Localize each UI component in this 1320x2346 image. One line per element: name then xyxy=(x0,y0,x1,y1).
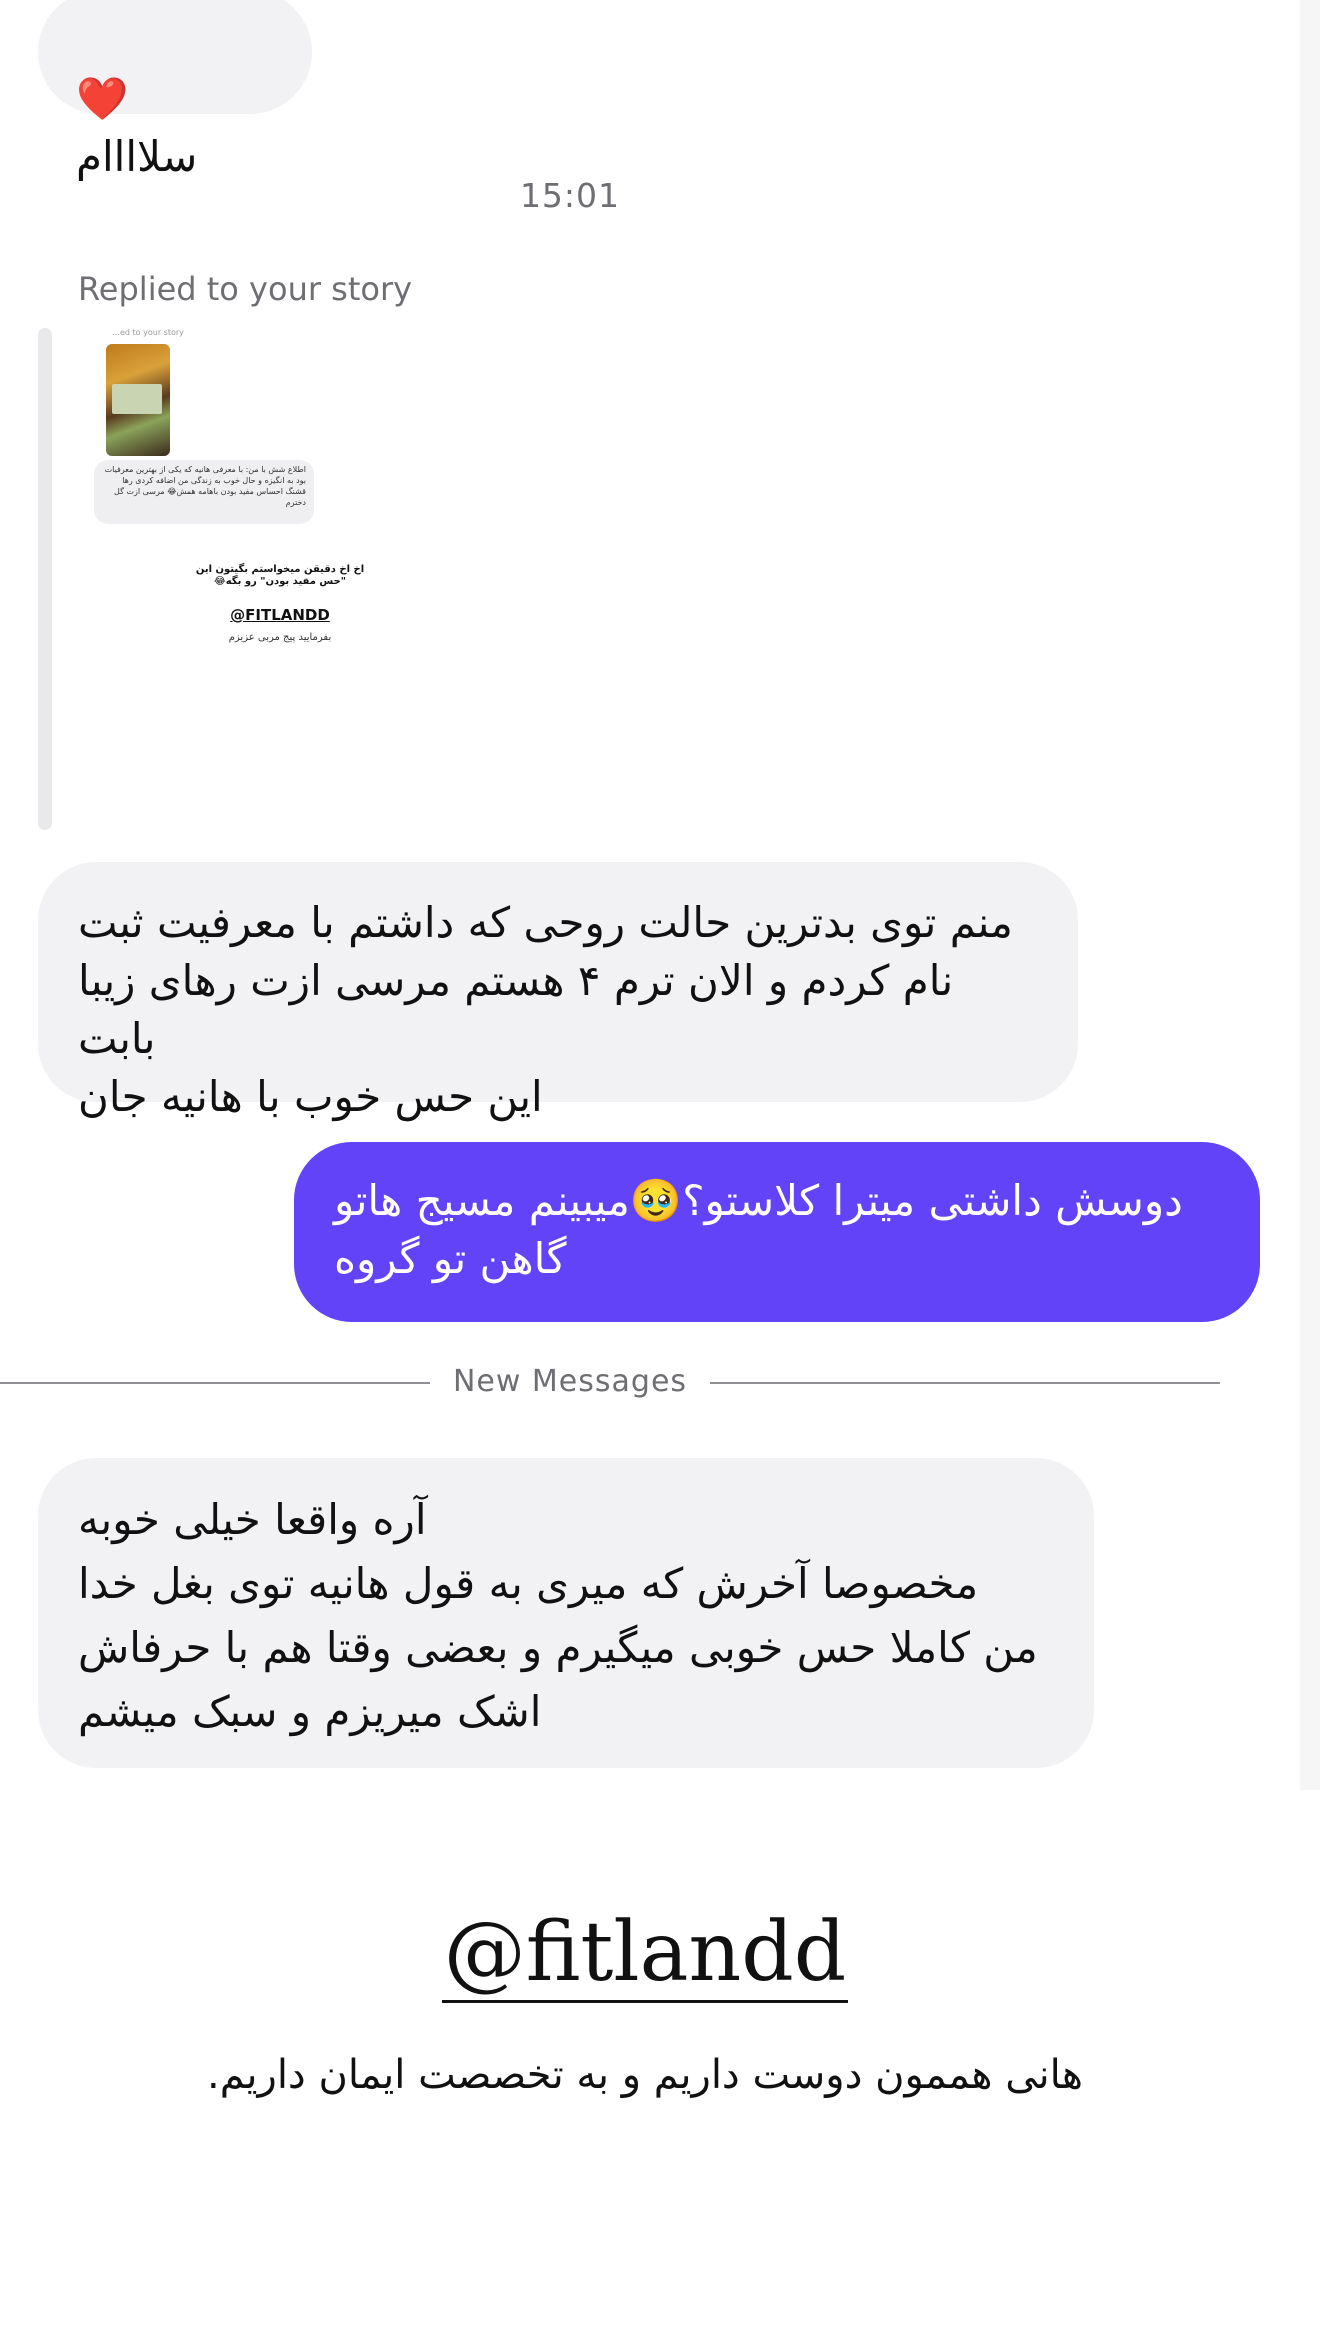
message-bubble-outgoing[interactable]: دوسش داشتی میترا کلاستو؟🥹میبینم مسیج هات… xyxy=(294,1142,1260,1322)
greeting-text: سلاااام xyxy=(76,132,198,181)
watermark-handle-text: @fitlandd xyxy=(441,1905,849,2003)
story-photo xyxy=(106,344,170,456)
right-edge-panel xyxy=(1300,0,1320,1790)
divider-line xyxy=(0,1382,430,1384)
message-timestamp: 15:01 xyxy=(519,176,621,215)
message-bubble-incoming[interactable]: منم توی بدترین حالت روحی که داشتم با معر… xyxy=(38,862,1078,1121)
watermark-tagline: هانی هممون دوست داریم و به تخصصت ایمان د… xyxy=(207,2052,1083,2098)
new-messages-label: New Messages xyxy=(452,1364,688,1399)
message-text: دوسش داشتی میترا کلاستو؟🥹میبینم مسیج هات… xyxy=(334,1176,1183,1283)
message-text: ❤️ سلاااام xyxy=(76,12,316,186)
story-handle: @FITLANDD xyxy=(230,606,330,624)
heart-emoji-icon: ❤️ xyxy=(76,74,129,123)
message-text: آره واقعا خیلی خوبه مخصوصا آخرش که میری … xyxy=(78,1495,1038,1736)
message-text: منم توی بدترین حالت روحی که داشتم با معر… xyxy=(78,898,1013,1121)
divider-line xyxy=(710,1382,1220,1384)
story-quoted-message: اطلاع شش با من: با معرفی هانیه که یکی از… xyxy=(94,460,314,524)
reply-context-label: Replied to your story xyxy=(78,270,413,308)
story-preview-thumbnail[interactable]: …ed to your story اطلاع شش با من: با معر… xyxy=(90,328,376,668)
story-subtitle: بفرمایید پیج مربی عزیزم xyxy=(228,632,332,643)
new-messages-divider: New Messages xyxy=(0,1364,1220,1404)
story-photo-detail xyxy=(112,384,162,414)
message-bubble-greeting[interactable]: ❤️ سلاااام xyxy=(38,0,312,181)
reply-quote-bar xyxy=(38,328,52,830)
watermark-handle: @fitlandd xyxy=(0,1905,1290,2003)
message-bubble-incoming[interactable]: آره واقعا خیلی خوبه مخصوصا آخرش که میری … xyxy=(38,1458,1094,1768)
story-caption: اخ اخ دقیقن میخواستم بگیتون این "حس مفید… xyxy=(195,564,365,587)
story-small-label: …ed to your story xyxy=(112,328,184,337)
